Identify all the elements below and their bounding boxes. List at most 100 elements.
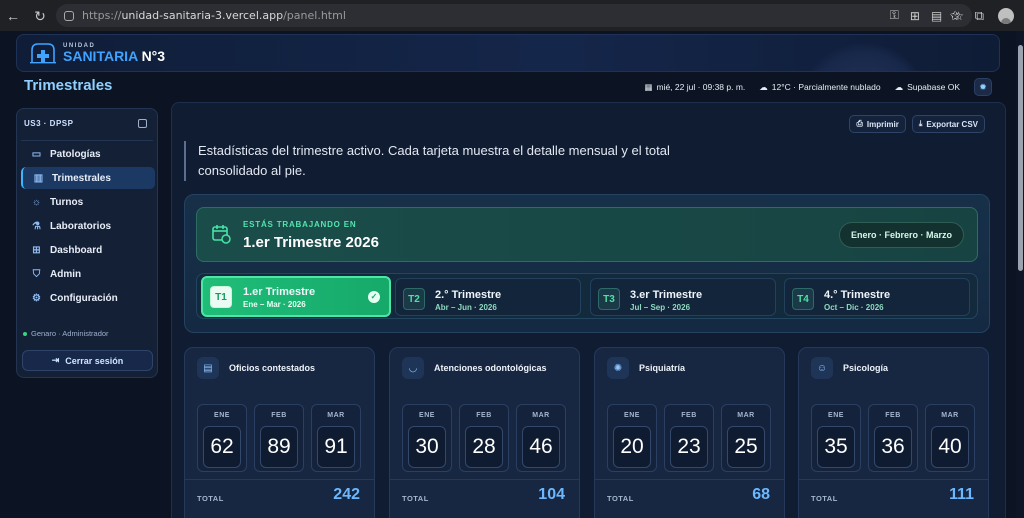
favorites-icon[interactable]: ✩ xyxy=(950,8,961,24)
month-label: FEB xyxy=(681,412,697,419)
month-label: ENE xyxy=(624,412,640,419)
url-text: https://unidad-sanitaria-3.vercel.app/pa… xyxy=(82,9,346,22)
quarter-title: 1.er Trimestre xyxy=(243,286,316,298)
export-csv-button[interactable]: ⤓ Exportar CSV xyxy=(911,115,985,133)
stat-card-psiquiatria: ✺ Psiquiatría ENE 20 FEB 23 MAR 25 TOTAL 68 xyxy=(594,347,785,518)
weather-status: ☁ 12°C · Parcialmente nublado xyxy=(759,81,881,93)
app-logo[interactable]: UNIDAD SANITARIA N°3 xyxy=(29,40,165,66)
active-quarter-card: ESTÁS TRABAJANDO EN 1.er Trimestre 2026 … xyxy=(196,207,978,262)
quarter-range: Jul – Sep · 2026 xyxy=(630,303,691,312)
total-value: 111 xyxy=(949,486,974,503)
quarter-title: 3.er Trimestre xyxy=(630,289,703,301)
cloud-icon: ☁ xyxy=(759,81,768,92)
quarter-title: 2.° Trimestre xyxy=(435,289,502,301)
month-box: FEB 36 xyxy=(868,404,918,472)
total-label: TOTAL xyxy=(197,494,224,503)
month-value: 36 xyxy=(874,426,912,468)
total-value: 104 xyxy=(538,486,565,503)
page-scrollbar[interactable] xyxy=(1016,31,1024,518)
sidebar-item-dashboard[interactable]: ⊞ Dashboard xyxy=(21,239,155,261)
month-box: FEB 89 xyxy=(254,404,304,472)
month-box: ENE 20 xyxy=(607,404,657,472)
quarter-badge: T3 xyxy=(598,288,620,310)
stat-card-oficios: ▤ Oficios contestados ENE 62 FEB 89 MAR 91 T… xyxy=(184,347,375,518)
online-dot xyxy=(23,331,27,336)
sidebar: US3 · DPSP ▭ Patologías ▥ Trimestrales ☼ Tu… xyxy=(16,108,158,378)
month-label: ENE xyxy=(214,412,230,419)
month-box: FEB 23 xyxy=(664,404,714,472)
logout-icon: ⇥ xyxy=(51,355,60,365)
month-value: 62 xyxy=(203,426,241,468)
collections-icon[interactable]: ⧉ xyxy=(975,8,984,24)
theme-toggle-button[interactable]: ✹ xyxy=(974,78,992,96)
quarter-badge: T2 xyxy=(403,288,425,310)
db-status: ☁ Supabase OK xyxy=(894,81,960,93)
sidebar-header: US3 · DPSP xyxy=(24,119,74,128)
month-value: 91 xyxy=(317,426,355,468)
collapse-sidebar-icon[interactable] xyxy=(138,119,147,128)
month-box: FEB 28 xyxy=(459,404,509,472)
total-label: TOTAL xyxy=(607,494,634,503)
quarter-panel: ESTÁS TRABAJANDO EN 1.er Trimestre 2026 … xyxy=(184,194,990,333)
site-info-icon[interactable] xyxy=(64,10,74,21)
month-box: ENE 30 xyxy=(402,404,452,472)
flask-icon: ⚗ xyxy=(32,220,41,232)
month-value: 35 xyxy=(817,426,855,468)
month-box: MAR 91 xyxy=(311,404,361,472)
brain-icon: ✺ xyxy=(607,357,629,379)
intro-text: Estadísticas del trimestre activo. Cada … xyxy=(184,141,704,181)
total-label: TOTAL xyxy=(811,494,838,503)
sidebar-item-laboratorios[interactable]: ⚗ Laboratorios xyxy=(21,215,155,237)
month-value: 23 xyxy=(670,426,708,468)
active-quarter-months: Enero · Febrero · Marzo xyxy=(838,222,964,248)
stat-card-title: Psiquiatría xyxy=(639,363,686,373)
quarter-badge: T1 xyxy=(210,286,232,308)
sun-icon: ☼ xyxy=(31,196,42,208)
month-label: MAR xyxy=(941,412,959,419)
month-label: FEB xyxy=(271,412,287,419)
reload-icon[interactable]: ↻ xyxy=(31,8,49,25)
quarter-tab-t3[interactable]: T3 3.er Trimestre Jul – Sep · 2026 xyxy=(590,278,776,316)
quarter-tab-t1[interactable]: T1 1.er Trimestre Ene – Mar · 2026 ✓ xyxy=(201,276,391,317)
profile-avatar[interactable] xyxy=(998,7,1014,24)
bar-chart-icon: ▥ xyxy=(33,172,44,184)
month-value: 30 xyxy=(408,426,446,468)
sidebar-item-patologias[interactable]: ▭ Patologías xyxy=(21,143,155,165)
printer-icon: ⎙ xyxy=(856,119,863,128)
active-quarter-title: 1.er Trimestre 2026 xyxy=(243,234,379,251)
apps-icon[interactable]: ⊞ xyxy=(910,9,920,23)
month-value: 46 xyxy=(522,426,560,468)
month-value: 20 xyxy=(613,426,651,468)
quarter-tab-t2[interactable]: T2 2.° Trimestre Abr – Jun · 2026 xyxy=(395,278,581,316)
reader-icon[interactable]: ▤ xyxy=(931,9,942,23)
sidebar-item-admin[interactable]: ⛉ Admin xyxy=(21,263,155,285)
month-box: ENE 62 xyxy=(197,404,247,472)
address-bar[interactable]: https://unidad-sanitaria-3.vercel.app/pa… xyxy=(56,4,972,27)
stat-card-title: Psicología xyxy=(843,363,889,373)
print-button[interactable]: ⎙ Imprimir xyxy=(849,115,906,133)
quarter-tab-t4[interactable]: T4 4.° Trimestre Oct – Dic · 2026 xyxy=(784,278,970,316)
sidebar-item-configuracion[interactable]: ⚙ Configuración xyxy=(21,287,155,309)
month-label: FEB xyxy=(476,412,492,419)
back-icon[interactable]: ← xyxy=(4,8,22,24)
current-user: Genaro · Administrador xyxy=(23,329,109,338)
month-value: 89 xyxy=(260,426,298,468)
total-value: 68 xyxy=(752,486,770,503)
logout-button[interactable]: ⇥ Cerrar sesión xyxy=(22,350,153,371)
month-box: ENE 35 xyxy=(811,404,861,472)
cloud-check-icon: ☁ xyxy=(894,81,904,92)
sun-icon: ✹ xyxy=(979,81,987,92)
stat-card-title: Oficios contestados xyxy=(229,363,316,373)
month-label: MAR xyxy=(327,412,345,419)
month-label: FEB xyxy=(885,412,901,419)
sidebar-item-trimestrales[interactable]: ▥ Trimestrales xyxy=(21,167,155,189)
key-icon[interactable]: ⚿ xyxy=(890,8,899,23)
quarter-selector: T1 1.er Trimestre Ene – Mar · 2026 ✓ T2 … xyxy=(196,273,978,319)
download-icon: ⤓ xyxy=(918,119,923,128)
sidebar-item-turnos[interactable]: ☼ Turnos xyxy=(21,191,155,213)
month-label: MAR xyxy=(532,412,550,419)
gear-icon: ⚙ xyxy=(32,292,41,304)
shield-icon: ⛉ xyxy=(32,268,41,280)
stat-card-odontologia: ◡ Atenciones odontológicas ENE 30 FEB 28 MA… xyxy=(389,347,580,518)
tooth-icon: ◡ xyxy=(402,357,424,379)
